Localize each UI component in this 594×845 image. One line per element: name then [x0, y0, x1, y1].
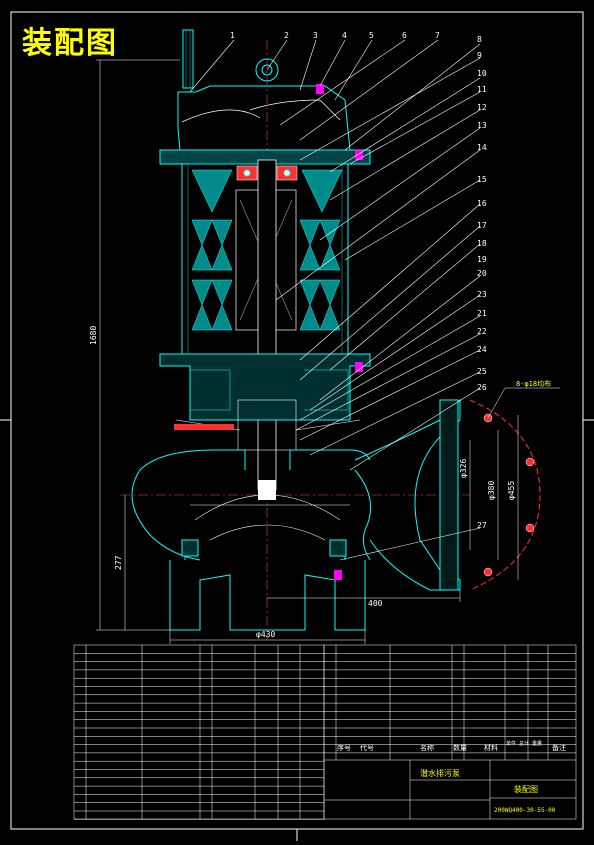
callout: 21: [477, 309, 487, 318]
dim-overall-height: 1680: [89, 326, 98, 345]
callout: 7: [435, 31, 440, 40]
callout: 16: [477, 199, 487, 208]
dimension-lines: [96, 59, 560, 644]
callout: 15: [477, 175, 487, 184]
callout: 20: [477, 269, 487, 278]
callout: 8: [477, 35, 482, 44]
drawing-sheet: 装配图 1 2 3 4 5 6 7 8 9 10 11 12 13 14 15 …: [0, 0, 594, 841]
leader-lines: [189, 39, 481, 561]
callout: 23: [477, 290, 487, 299]
callout: 9: [477, 51, 482, 60]
callout: 24: [477, 345, 487, 354]
drawing-type: 装配图: [514, 784, 538, 794]
callout: 3: [313, 31, 318, 40]
col-header: 序号: [337, 743, 351, 752]
callout: 5: [369, 31, 374, 40]
col-header: 代号: [360, 743, 374, 752]
col-header: 单件 总计 重量: [506, 740, 542, 747]
callout: 6: [402, 31, 407, 40]
bolt-note: 8-φ18均布: [516, 379, 551, 388]
callout: 1: [230, 31, 235, 40]
col-header: 名称: [420, 743, 434, 752]
callout: 26: [477, 383, 487, 392]
callout: 2: [284, 31, 289, 40]
drawing-number: 200WQ400-30-55-00: [494, 807, 556, 814]
title-block: [73, 644, 577, 820]
callout: 25: [477, 367, 487, 376]
dim-flange-3: φ455: [507, 481, 516, 500]
col-header: 数量: [453, 743, 467, 752]
title-block-header: 序号 代号 名称 数量 材料 单件 总计 重量 备注: [337, 740, 566, 752]
callout: 19: [477, 255, 487, 264]
product-name: 潜水排污泵: [420, 768, 460, 778]
callout: 11: [477, 85, 487, 94]
dim-flange-1: φ326: [459, 459, 468, 478]
assembly-drawing: 1 2 3 4 5 6 7 8 9 10 11 12 13 14 15 16 1…: [0, 11, 594, 841]
callout: 12: [477, 103, 487, 112]
callout: 10: [477, 69, 487, 78]
dim-outlet-offset: 400: [368, 599, 383, 608]
callout: 13: [477, 121, 487, 130]
callout: 17: [477, 221, 487, 230]
dim-base-dia: φ430: [256, 630, 275, 639]
callout: 27: [477, 521, 487, 530]
col-header: 材料: [484, 743, 498, 752]
callout: 18: [477, 239, 487, 248]
callout: 4: [342, 31, 347, 40]
callout: 22: [477, 327, 487, 336]
dim-inlet-height: 277: [114, 555, 123, 570]
drawing-title: 装配图: [22, 26, 118, 61]
callout: 14: [477, 143, 487, 152]
dim-flange-2: φ380: [487, 481, 496, 500]
col-header: 备注: [552, 743, 566, 752]
